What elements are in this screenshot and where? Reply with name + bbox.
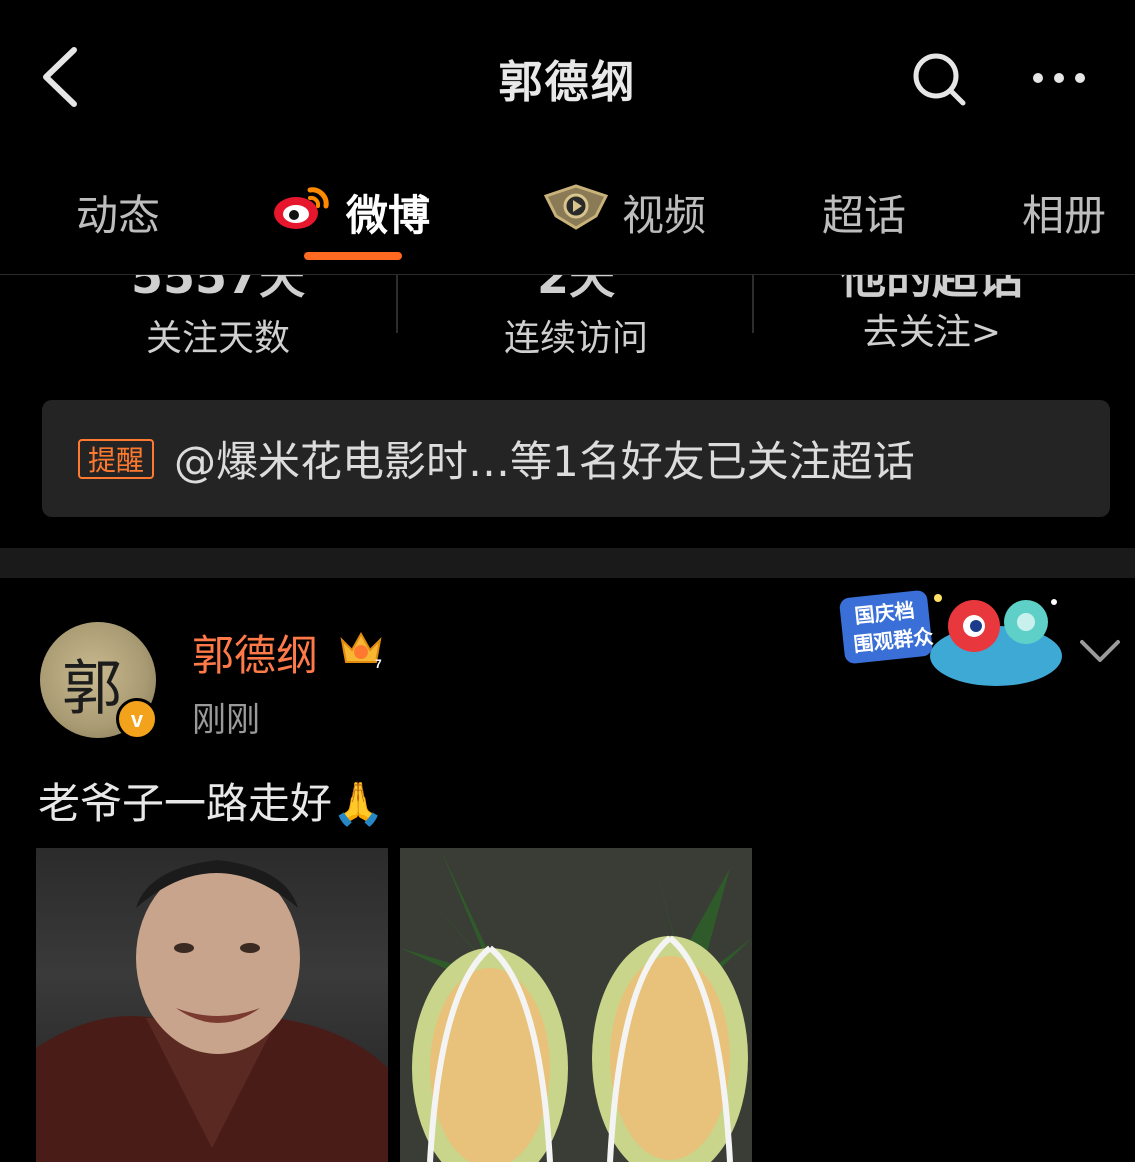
photo-funeral-flower-wreaths[interactable] bbox=[400, 848, 752, 1162]
svg-text:v: v bbox=[131, 707, 144, 732]
verified-badge-icon: v bbox=[116, 698, 158, 740]
post-options-button[interactable] bbox=[1078, 636, 1122, 666]
video-shield-icon bbox=[543, 182, 609, 242]
avatar-calligraphy: 郭 bbox=[62, 654, 122, 724]
tab-album[interactable]: 相册 bbox=[1022, 182, 1106, 242]
tab-label: 相册 bbox=[1022, 190, 1107, 240]
search-icon bbox=[913, 53, 966, 106]
crown-icon: 7 bbox=[338, 628, 384, 671]
top-navigation-bar: 郭德纲 bbox=[0, 0, 1135, 150]
tab-weibo[interactable]: 微博 bbox=[272, 182, 430, 242]
reminder-tag: 提醒 bbox=[78, 439, 154, 479]
tab-super-topic[interactable]: 超话 bbox=[822, 182, 906, 242]
photo-elderly-man-smiling[interactable] bbox=[36, 848, 388, 1162]
weibo-logo-icon bbox=[272, 182, 332, 242]
reminder-text: @爆米花电影时…等1名好友已关注超话 bbox=[174, 437, 915, 486]
divider bbox=[396, 275, 398, 333]
active-tab-indicator bbox=[304, 252, 402, 260]
stat-consecutive-visits: 2天 连续访问 bbox=[406, 275, 746, 375]
tab-label: 视频 bbox=[622, 190, 707, 240]
event-badge-icon[interactable]: 国庆档 围观群众 bbox=[826, 584, 1070, 694]
post-text: 老爷子一路走好🙏 bbox=[38, 779, 385, 828]
svg-text:7: 7 bbox=[375, 657, 382, 670]
stat-value: 5557天 bbox=[130, 275, 306, 304]
stat-label: 连续访问 bbox=[503, 318, 648, 359]
stat-label: 关注天数 bbox=[145, 318, 290, 359]
tab-dynamic[interactable]: 动态 bbox=[76, 182, 160, 242]
chevron-down-icon bbox=[1080, 640, 1120, 662]
go-follow-link[interactable]: 去关注> bbox=[762, 303, 1102, 355]
divider bbox=[752, 275, 754, 333]
tab-label: 微博 bbox=[346, 190, 431, 240]
tab-video[interactable]: 视频 bbox=[543, 182, 707, 242]
more-dots-icon bbox=[1033, 73, 1085, 83]
tab-label: 超话 bbox=[822, 190, 907, 240]
author-name[interactable]: 郭德纲 bbox=[192, 622, 318, 683]
tab-label: 动态 bbox=[76, 190, 161, 240]
stat-value: 2天 bbox=[536, 275, 615, 304]
stat-super-topic[interactable]: 他的超话 去关注> bbox=[762, 275, 1102, 375]
post-time: 刚刚 bbox=[192, 700, 260, 740]
fan-stats: 5557天 关注天数 2天 连续访问 他的超话 去关注> bbox=[0, 275, 1135, 375]
friend-follow-reminder[interactable]: 提醒 @爆米花电影时…等1名好友已关注超话 bbox=[42, 400, 1110, 517]
more-options-button[interactable] bbox=[1028, 58, 1090, 98]
section-separator bbox=[0, 548, 1135, 578]
profile-tabs: 动态 微博 视频 超话 相册 bbox=[0, 160, 1135, 270]
stat-follow-days: 5557天 关注天数 bbox=[48, 275, 388, 375]
search-button[interactable] bbox=[910, 50, 968, 108]
